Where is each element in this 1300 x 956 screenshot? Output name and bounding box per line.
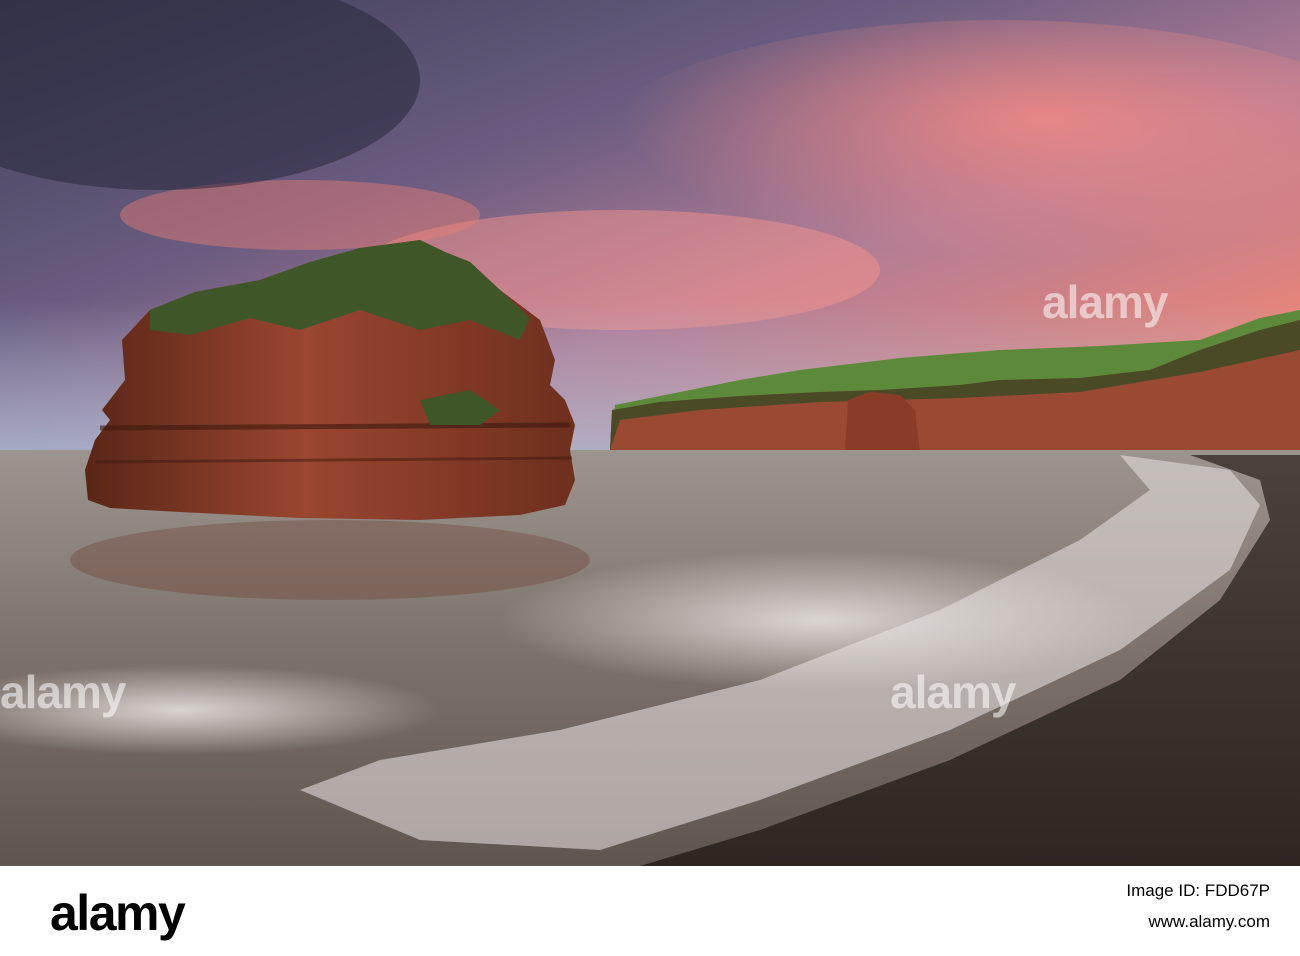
photo: alamy alamy alamy alamy [0, 0, 1300, 866]
footer-url: www.alamy.com [1148, 912, 1270, 931]
footer-logo: alamy [50, 885, 186, 941]
footer-bar: alamy Image ID: FDD67P www.alamy.com [0, 866, 1300, 956]
foam-swirl-center [500, 550, 1140, 690]
pink-cloud-left [120, 180, 480, 250]
rock-reflection [70, 520, 590, 600]
image-id-label: Image ID: FDD67P [1126, 881, 1270, 900]
rock-strata [99, 422, 571, 431]
photo-scene [0, 0, 1300, 866]
